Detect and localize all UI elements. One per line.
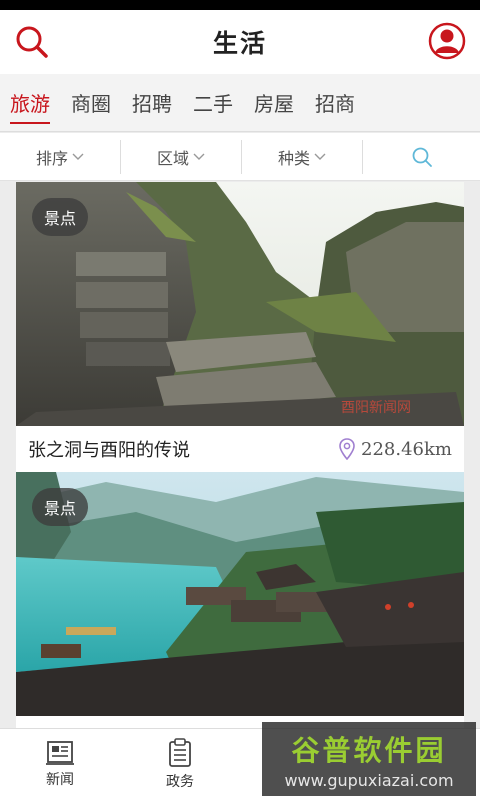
chevron-down-icon	[314, 153, 326, 160]
profile-button[interactable]	[428, 22, 466, 60]
category-badge: 景点	[32, 488, 89, 526]
scenic-photo: 景点	[16, 472, 464, 716]
tab-shopping[interactable]: 商圈	[71, 74, 111, 132]
category-filter-label: 种类	[277, 148, 310, 168]
nav-government[interactable]: 政务	[120, 729, 240, 800]
tab-housing[interactable]: 房屋	[254, 74, 294, 132]
tab-travel[interactable]: 旅游	[10, 74, 50, 132]
nav-government-label: 政务	[166, 774, 194, 790]
watermark-title: 谷普软件园	[291, 733, 447, 767]
app-root: 生活 旅游 商圈 招聘 二手 房屋 招商 排序 区域 种类 酉阳新闻网 景点 张…	[0, 0, 480, 800]
filter-bar: 排序 区域 种类	[0, 133, 480, 181]
sort-filter-label: 排序	[35, 148, 68, 168]
scenic-photo: 酉阳新闻网 景点	[16, 182, 464, 426]
sort-filter[interactable]: 排序	[0, 139, 121, 174]
nav-news-label: 新闻	[46, 772, 74, 788]
newspaper-icon	[46, 741, 74, 765]
category-filter[interactable]: 种类	[242, 139, 363, 174]
distance-value: 228.46km	[361, 438, 452, 460]
list-item[interactable]: 酉阳新闻网 景点 张之洞与酉阳的传说 228.46km	[16, 182, 464, 472]
area-filter[interactable]: 区域	[121, 139, 242, 174]
category-tabs: 旅游 商圈 招聘 二手 房屋 招商	[0, 74, 480, 132]
card-info: 张之洞与酉阳的传说 228.46km	[16, 426, 464, 472]
spot-name: 张之洞与酉阳的传说	[28, 440, 190, 461]
chevron-down-icon	[193, 153, 205, 160]
search-icon	[412, 147, 432, 167]
user-icon	[428, 22, 466, 60]
app-header: 生活	[0, 10, 480, 74]
search-button[interactable]	[14, 24, 50, 60]
tab-investment[interactable]: 招商	[315, 74, 355, 132]
tab-jobs[interactable]: 招聘	[132, 74, 172, 132]
photo-watermark: 酉阳新闻网	[341, 400, 411, 416]
category-badge: 景点	[32, 198, 89, 236]
status-bar	[0, 0, 480, 10]
site-watermark: 谷普软件园 www.gupuxiazai.com	[262, 722, 476, 796]
filter-search-button[interactable]	[363, 146, 480, 168]
nav-news[interactable]: 新闻	[0, 729, 120, 800]
search-icon	[16, 26, 48, 58]
watermark-url: www.gupuxiazai.com	[284, 770, 454, 790]
clipboard-icon	[169, 738, 191, 767]
tab-second-hand[interactable]: 二手	[193, 74, 233, 132]
list-item[interactable]: 景点	[16, 472, 464, 762]
chevron-down-icon	[72, 153, 84, 160]
page-title: 生活	[212, 29, 267, 58]
area-filter-label: 区域	[156, 148, 189, 168]
distance: 228.46km	[339, 438, 452, 460]
location-pin-icon	[339, 438, 355, 460]
